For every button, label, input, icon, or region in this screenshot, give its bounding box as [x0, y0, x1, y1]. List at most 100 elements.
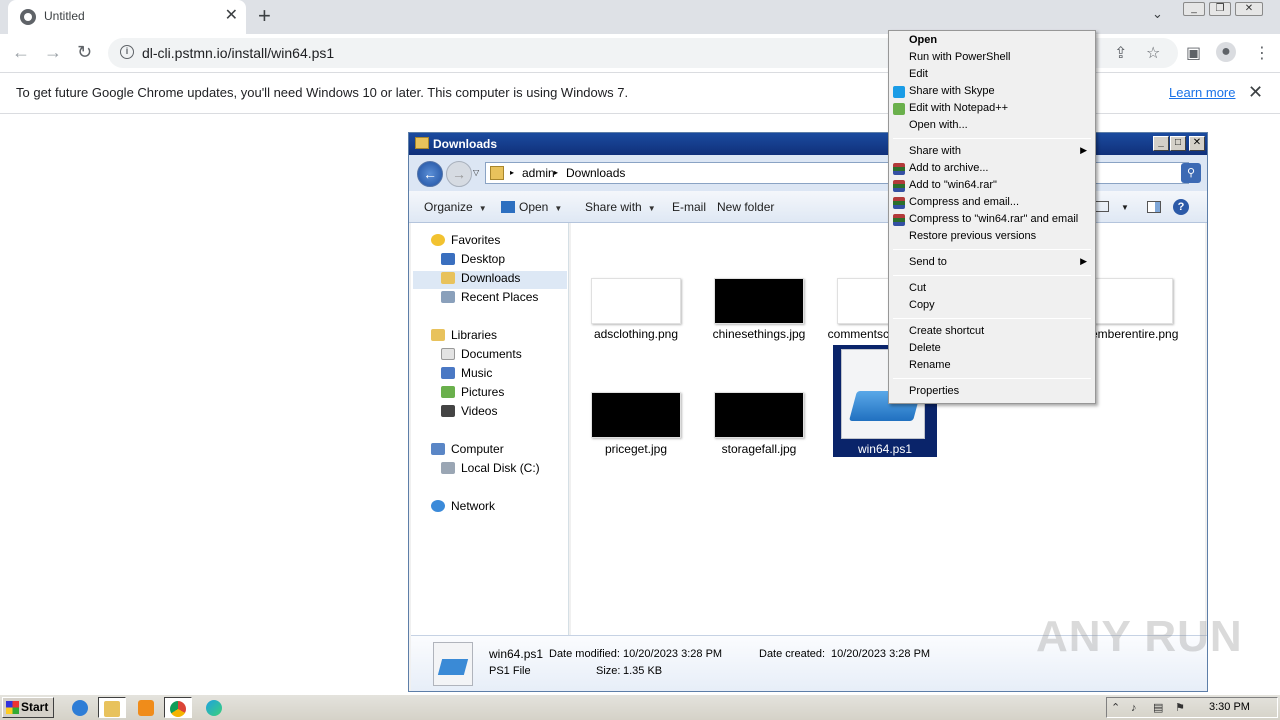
menu-properties[interactable]: Properties — [889, 383, 1095, 400]
new-tab-button[interactable]: + — [258, 4, 271, 28]
size-label: Size: — [596, 665, 621, 677]
taskbar-ie[interactable] — [66, 697, 94, 718]
show-hidden-icons-arrow[interactable]: ⌃ — [1111, 702, 1123, 714]
menu-cut[interactable]: Cut — [889, 280, 1095, 297]
menu-open[interactable]: Open — [889, 32, 1095, 49]
nav-music[interactable]: Music — [441, 366, 492, 384]
downloads-folder-icon — [441, 272, 455, 284]
infobar-close-icon[interactable]: ✕ — [1248, 82, 1263, 103]
date-created-value: 10/20/2023 3:28 PM — [831, 648, 931, 660]
nav-downloads[interactable]: Downloads — [413, 271, 567, 289]
file-name[interactable]: commentsc — [811, 327, 889, 341]
menu-open-with[interactable]: Open with... — [889, 117, 1095, 134]
menu-add-archive[interactable]: Add to archive... — [889, 160, 1095, 177]
breadcrumb-chevron-icon[interactable]: ▸ — [554, 168, 558, 177]
breadcrumb-item[interactable]: Downloads — [566, 166, 625, 180]
recent-pages-chevron-icon[interactable]: ▽ — [473, 168, 479, 177]
search-input[interactable] — [1095, 162, 1189, 184]
taskbar-edge[interactable] — [200, 697, 228, 718]
close-tab-icon[interactable]: ✕ — [225, 7, 238, 25]
nav-videos[interactable]: Videos — [441, 404, 497, 422]
change-view-icon[interactable] — [1095, 201, 1109, 212]
menu-send-to[interactable]: Send to ▶ — [889, 254, 1095, 271]
file-thumbnail[interactable] — [591, 278, 681, 324]
nav-network[interactable]: Network — [431, 499, 495, 517]
file-name[interactable]: adsclothing.png — [576, 327, 696, 341]
disk-icon — [441, 462, 455, 474]
breadcrumb[interactable]: ▸ admin ▸ Downloads — [485, 162, 905, 184]
start-button[interactable]: Start — [2, 697, 54, 718]
nav-local-disk[interactable]: Local Disk (C:) — [441, 461, 540, 479]
file-thumbnail[interactable] — [1083, 278, 1173, 324]
new-folder-button[interactable]: New folder — [717, 200, 774, 214]
taskbar-explorer[interactable] — [98, 697, 126, 718]
menu-add-rar[interactable]: Add to "win64.rar" — [889, 177, 1095, 194]
share-with-button[interactable]: Share with ▼ — [585, 200, 656, 214]
nav-computer[interactable]: Computer — [431, 442, 504, 460]
file-name[interactable]: priceget.jpg — [576, 442, 696, 456]
nav-desktop[interactable]: Desktop — [441, 252, 505, 270]
taskbar-media-player[interactable] — [132, 697, 160, 718]
menu-run-powershell[interactable]: Run with PowerShell — [889, 49, 1095, 66]
organize-button[interactable]: Organize ▼ — [424, 200, 487, 214]
back-arrow-icon[interactable]: ← — [12, 42, 30, 62]
menu-copy[interactable]: Copy — [889, 297, 1095, 314]
file-name[interactable]: chinesethings.jpg — [699, 327, 819, 341]
profile-avatar-icon[interactable]: ● — [1216, 42, 1236, 62]
system-tray: ⌃ ♪ ▤ ⚑ 3:30 PM — [1106, 697, 1278, 718]
email-button[interactable]: E-mail — [672, 200, 706, 214]
explorer-minimize-button[interactable]: _ — [1153, 136, 1169, 151]
nav-documents[interactable]: Documents — [441, 347, 522, 365]
preview-pane-icon[interactable] — [1147, 201, 1161, 213]
share-icon[interactable]: ⇪ — [1114, 43, 1127, 63]
menu-compress-rar-email[interactable]: Compress to "win64.rar" and email — [889, 211, 1095, 228]
menu-restore-versions[interactable]: Restore previous versions — [889, 228, 1095, 245]
menu-edit-notepadpp[interactable]: Edit with Notepad++ — [889, 100, 1095, 117]
action-center-flag-icon[interactable]: ⚑ — [1175, 702, 1187, 714]
menu-delete[interactable]: Delete — [889, 340, 1095, 357]
menu-compress-email[interactable]: Compress and email... — [889, 194, 1095, 211]
restore-button[interactable]: ❐ — [1209, 2, 1231, 16]
network-tray-icon[interactable]: ▤ — [1153, 702, 1165, 714]
forward-arrow-icon[interactable]: → — [44, 42, 62, 62]
nav-recent-places[interactable]: Recent Places — [441, 290, 538, 308]
breadcrumb-chevron-icon[interactable]: ▸ — [510, 168, 514, 177]
explorer-maximize-button[interactable]: □ — [1170, 136, 1186, 151]
explorer-forward-button[interactable]: → — [446, 161, 472, 187]
nav-libraries[interactable]: Libraries — [431, 328, 497, 346]
file-name[interactable]: emberentire.png — [1091, 327, 1191, 341]
learn-more-link[interactable]: Learn more — [1169, 85, 1235, 100]
menu-edit[interactable]: Edit — [889, 66, 1095, 83]
minimize-button[interactable]: _ — [1183, 2, 1205, 16]
nav-favorites[interactable]: Favorites — [431, 233, 500, 251]
volume-icon[interactable]: ♪ — [1131, 702, 1143, 714]
taskbar-chrome[interactable] — [164, 697, 192, 718]
open-button[interactable]: Open ▼ — [501, 200, 562, 214]
side-panel-icon[interactable]: ▣ — [1186, 43, 1201, 63]
menu-rename[interactable]: Rename — [889, 357, 1095, 374]
nav-pictures[interactable]: Pictures — [441, 385, 504, 403]
notepadpp-icon — [893, 103, 905, 115]
size-value: 1.35 KB — [623, 665, 663, 677]
browser-tab[interactable]: Untitled ✕ — [8, 0, 246, 34]
menu-create-shortcut[interactable]: Create shortcut — [889, 323, 1095, 340]
file-name[interactable]: storagefall.jpg — [699, 442, 819, 456]
menu-kebab-icon[interactable]: ⋮ — [1254, 43, 1270, 63]
menu-share-skype[interactable]: Share with Skype — [889, 83, 1095, 100]
menu-share-with[interactable]: Share with ▶ — [889, 143, 1095, 160]
site-info-icon[interactable]: i — [120, 45, 134, 59]
bookmark-star-icon[interactable]: ☆ — [1146, 43, 1160, 63]
reload-icon[interactable]: ↻ — [77, 42, 92, 62]
breadcrumb-item[interactable]: admin — [522, 166, 555, 180]
help-icon[interactable]: ? — [1173, 199, 1189, 215]
tab-search-chevron-icon[interactable]: ⌄ — [1152, 6, 1163, 22]
view-options-chevron-icon[interactable]: ▼ — [1121, 203, 1129, 212]
file-thumbnail[interactable] — [714, 278, 804, 324]
clock[interactable]: 3:30 PM — [1209, 701, 1250, 713]
file-thumbnail[interactable] — [591, 392, 681, 438]
explorer-close-button[interactable]: ✕ — [1189, 136, 1205, 151]
close-window-button[interactable]: ✕ — [1235, 2, 1263, 16]
file-thumbnail[interactable] — [714, 392, 804, 438]
explorer-back-button[interactable]: ← — [417, 161, 443, 187]
search-icon[interactable]: ⚲ — [1181, 163, 1201, 183]
